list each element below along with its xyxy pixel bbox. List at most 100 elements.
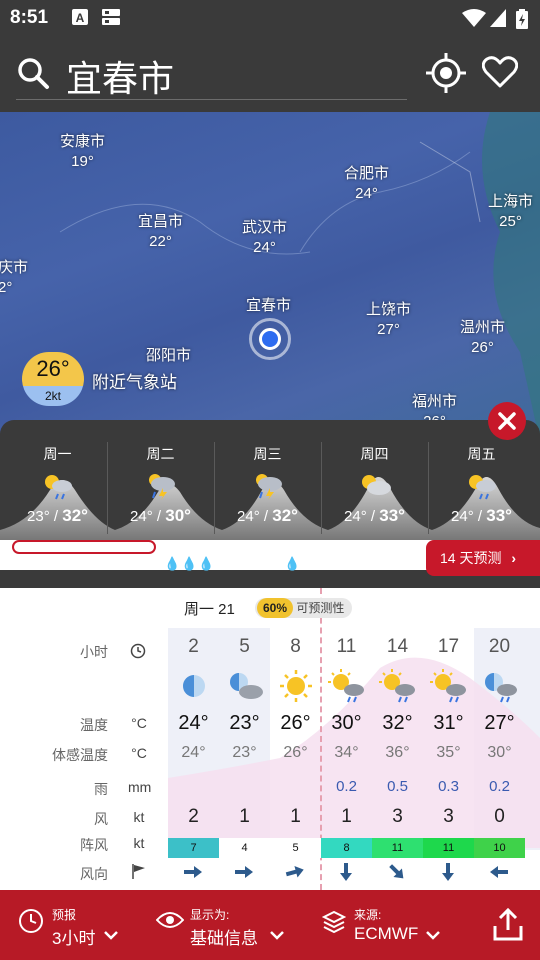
forecast-value: 3小时 (52, 929, 96, 948)
day-name: 周二 (146, 446, 175, 462)
day-column[interactable]: 周三 24° / 32° (214, 420, 321, 538)
chevron-down-icon (270, 931, 284, 940)
row-label-dir: 风向 (80, 866, 108, 882)
source-value: ECMWF (354, 924, 419, 943)
sun-rain-icon (469, 475, 496, 500)
wind-direction-arrow-icon (285, 865, 304, 878)
wind-direction-arrow-icon (184, 866, 202, 878)
day-name: 周三 (253, 446, 282, 462)
svg-text:A: A (76, 11, 85, 25)
day-temps: 24° / 32° (237, 506, 298, 525)
gust-cell: 5 (270, 838, 321, 858)
bottom-toolbar: 预报 3小时 显示为: 基础信息 来源: ECMWF (0, 890, 540, 960)
temp-cell: 31° (433, 712, 464, 734)
temp-cell: 23° (229, 712, 260, 734)
map-city-yichang: 宜昌市 22° (138, 213, 184, 250)
gust-cell: 11 (372, 838, 423, 858)
wind-cell: 1 (239, 806, 250, 827)
weather-map[interactable]: 安康市 19° 合肥市 24° 上海市 25° 宜昌市 22° 武汉市 24° 庆市 2° … (0, 112, 540, 442)
chevron-right-icon: › (511, 550, 517, 566)
temp-cell: 27° (484, 712, 515, 734)
data-source-button[interactable]: 来源: ECMWF (318, 890, 458, 960)
search-icon[interactable] (16, 56, 50, 90)
forecast-small-label: 预报 (52, 908, 77, 922)
search-header: 宜春市 (0, 36, 540, 112)
close-icon (498, 412, 516, 430)
display-value: 基础信息 (190, 929, 258, 948)
timeline-selection[interactable] (12, 540, 156, 554)
wind-flag-icon (132, 864, 145, 879)
rain-cell: 0.5 (387, 778, 408, 795)
gust-cell: 11 (423, 838, 474, 858)
city-search-input[interactable]: 宜春市 (66, 50, 174, 102)
clock-icon (130, 643, 146, 659)
forecast-interval-button[interactable]: 预报 3小时 (0, 890, 150, 960)
forecast-14-day-button[interactable]: 14 天预测 › (426, 540, 540, 576)
map-city-shangrao: 上饶市 27° (366, 301, 412, 338)
day-temps: 23° / 32° (27, 506, 88, 525)
gust-cell: 8 (321, 838, 372, 858)
day-column[interactable]: 周二 24° / 30° (107, 420, 214, 538)
wind-cell: 0 (494, 806, 505, 827)
sun-rain-icon (430, 669, 466, 703)
partly-cloudy-icon (362, 475, 391, 495)
row-label-hour: 小时 (80, 644, 108, 660)
display-mode-button[interactable]: 显示为: 基础信息 (150, 890, 310, 960)
hourly-table[interactable]: 周一 21 60% 可预测性 小时 温度 °C 体感温度 °C 雨 mm 风 k… (0, 588, 540, 890)
favorite-heart-icon[interactable] (482, 55, 518, 89)
status-time: 8:51 (10, 7, 49, 28)
station-bubble[interactable]: 26° 2kt (22, 352, 84, 406)
station-label[interactable]: 附近气象站 (92, 368, 177, 393)
wind-direction-arrow-icon (340, 863, 352, 881)
locate-icon[interactable] (426, 53, 466, 93)
row-label-gust: 阵风 (80, 837, 108, 853)
sun-rain-icon (328, 669, 364, 703)
map-city-chongqing: 庆市 2° (0, 259, 29, 296)
predictability-label: 可预测性 (296, 601, 345, 615)
hour-cell: 20 (488, 636, 511, 657)
share-icon[interactable] (492, 908, 524, 942)
map-city-wenzhou: 温州市 26° (460, 319, 506, 356)
map-city-shaoyang: 邵阳市 (146, 347, 192, 364)
feel-cell: 34° (334, 744, 359, 761)
battery-icon (516, 9, 528, 29)
hour-cell: 8 (290, 636, 301, 657)
display-small-label: 显示为: (190, 908, 230, 922)
rain-drops-icon: 💧💧💧 (164, 556, 216, 571)
layers-icon (322, 910, 346, 934)
day-temps: 24° / 30° (130, 506, 191, 525)
feel-cell: 26° (283, 744, 308, 761)
day-column[interactable]: 周四 24° / 33° (321, 420, 428, 538)
moon-icon (183, 675, 205, 697)
wind-direction-arrow-icon (490, 866, 508, 878)
notification-storage-icon (102, 9, 120, 25)
day-temps: 24° / 33° (451, 506, 512, 525)
feel-cell: 23° (232, 744, 257, 761)
wind-cell: 2 (188, 806, 199, 827)
predictability-badge[interactable]: 60% 可预测性 (255, 598, 353, 618)
wind-cell: 3 (392, 806, 403, 827)
hour-cell: 11 (336, 636, 357, 657)
unit-gust: kt (133, 835, 145, 851)
eye-icon (156, 912, 184, 928)
sun-icon (280, 670, 312, 702)
close-forecast-button[interactable] (488, 402, 526, 440)
day-temps: 24° / 33° (344, 506, 405, 525)
gust-cell: 10 (474, 838, 525, 858)
search-underline (16, 99, 407, 100)
rain-cell: 0.2 (336, 778, 357, 795)
feel-cell: 30° (487, 744, 512, 761)
row-label-rain: 雨 (94, 781, 108, 797)
map-city-hefei: 合肥市 24° (344, 165, 390, 202)
sun-rain-icon (45, 475, 72, 500)
day-column[interactable]: 周一 23° / 32° (4, 420, 111, 538)
temp-cell: 26° (280, 712, 311, 734)
day-name: 周四 (360, 446, 389, 462)
day-name: 周一 (43, 446, 72, 462)
gust-cell: 4 (219, 838, 270, 858)
hour-cell: 14 (386, 636, 409, 657)
wind-cell: 3 (443, 806, 454, 827)
moon-cloud-icon (230, 673, 263, 699)
temp-cell: 24° (178, 712, 209, 734)
map-city-yichun: 宜春市 (246, 297, 292, 314)
